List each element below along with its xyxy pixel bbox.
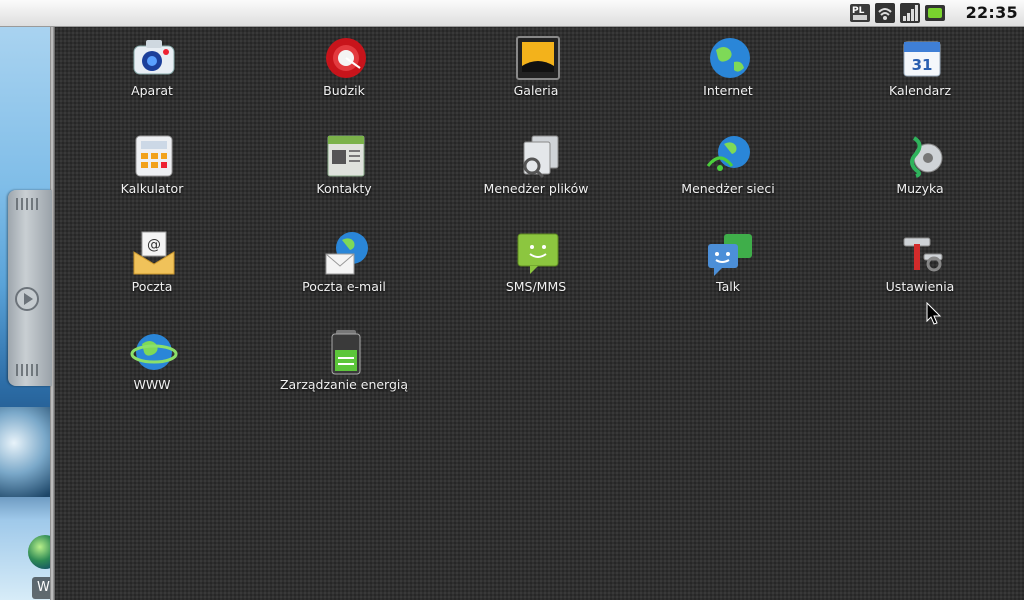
www-shortcut-icon[interactable]: [28, 535, 50, 569]
app-label: Ustawienia: [885, 279, 955, 294]
app-muzyka[interactable]: Muzyka: [830, 128, 1010, 226]
app-label: SMS/MMS: [505, 279, 567, 294]
app-label: Menedżer plików: [483, 181, 589, 196]
status-bar: PL 22:35: [0, 0, 1024, 27]
app-menedzer-plikow[interactable]: Menedżer plików: [446, 128, 626, 226]
email-icon: [325, 232, 368, 275]
power-management-icon: [331, 330, 361, 375]
grip-bottom: [16, 364, 40, 376]
globe-icon: [710, 38, 750, 78]
mail-icon: @: [133, 231, 175, 275]
app-internet[interactable]: Internet: [638, 30, 818, 128]
talk-icon: [708, 234, 752, 276]
app-menedzer-sieci[interactable]: Menedżer sieci: [638, 128, 818, 226]
app-label: Kalendarz: [888, 83, 952, 98]
app-galeria[interactable]: Galeria: [446, 30, 626, 128]
app-label: Poczta: [131, 279, 173, 294]
app-drawer: Aparat Budzik Galeria Internet 31 Kalend…: [55, 27, 1024, 600]
wallpaper-scenery: [0, 407, 50, 497]
status-icons: PL: [849, 2, 946, 24]
app-label: Menedżer sieci: [681, 181, 775, 196]
alarm-clock-icon: [326, 38, 366, 78]
app-kalkulator[interactable]: Kalkulator: [62, 128, 242, 226]
app-label: Budzik: [323, 83, 365, 98]
app-zarzadzanie-energia[interactable]: Zarządzanie energią: [254, 324, 434, 422]
app-label: Muzyka: [896, 181, 944, 196]
wifi-icon[interactable]: [874, 2, 896, 24]
music-icon: [910, 136, 943, 178]
contacts-icon: [327, 135, 365, 177]
app-kontakty[interactable]: Kontakty: [254, 128, 434, 226]
settings-icon: [903, 237, 943, 272]
sms-icon: [517, 233, 559, 274]
status-clock: 22:35: [965, 3, 1018, 22]
calculator-icon: [135, 135, 173, 177]
network-manager-icon: [706, 136, 750, 171]
calendar-day: 31: [912, 56, 933, 74]
svg-text:@: @: [147, 237, 161, 253]
calendar-icon: 31: [903, 41, 941, 77]
app-label: Poczta e-mail: [302, 279, 386, 294]
www-icon: [130, 334, 178, 370]
signal-icon[interactable]: [899, 2, 921, 24]
app-label: Galeria: [513, 83, 559, 98]
keyboard-layout-pl-icon[interactable]: PL: [849, 2, 871, 24]
battery-icon[interactable]: [924, 2, 946, 24]
app-kalendarz[interactable]: 31 Kalendarz: [830, 30, 1010, 128]
app-poczta[interactable]: @ Poczta: [62, 226, 242, 324]
app-label: Internet: [703, 83, 753, 98]
mouse-cursor-icon: [926, 302, 942, 325]
grip-top: [16, 198, 40, 210]
app-label: Kontakty: [316, 181, 372, 196]
app-poczta-email[interactable]: Poczta e-mail: [254, 226, 434, 324]
app-talk[interactable]: Talk: [638, 226, 818, 324]
gallery-icon: [516, 36, 560, 80]
app-ustawienia[interactable]: Ustawienia: [830, 226, 1010, 324]
svg-text:PL: PL: [852, 6, 865, 16]
app-label: Kalkulator: [120, 181, 184, 196]
play-icon[interactable]: [15, 287, 39, 311]
app-www[interactable]: WWW: [62, 324, 242, 422]
app-label: Aparat: [131, 83, 173, 98]
app-sms-mms[interactable]: SMS/MMS: [446, 226, 626, 324]
app-budzik[interactable]: Budzik: [254, 30, 434, 128]
app-label: Talk: [716, 279, 740, 294]
camera-icon: [133, 40, 175, 75]
app-label: Zarządzanie energią: [279, 377, 409, 392]
www-shortcut-label[interactable]: W: [32, 577, 50, 599]
file-manager-icon: [523, 135, 559, 179]
app-label: WWW: [133, 377, 171, 392]
app-aparat[interactable]: Aparat: [62, 30, 242, 128]
drawer-handle[interactable]: [8, 190, 52, 386]
